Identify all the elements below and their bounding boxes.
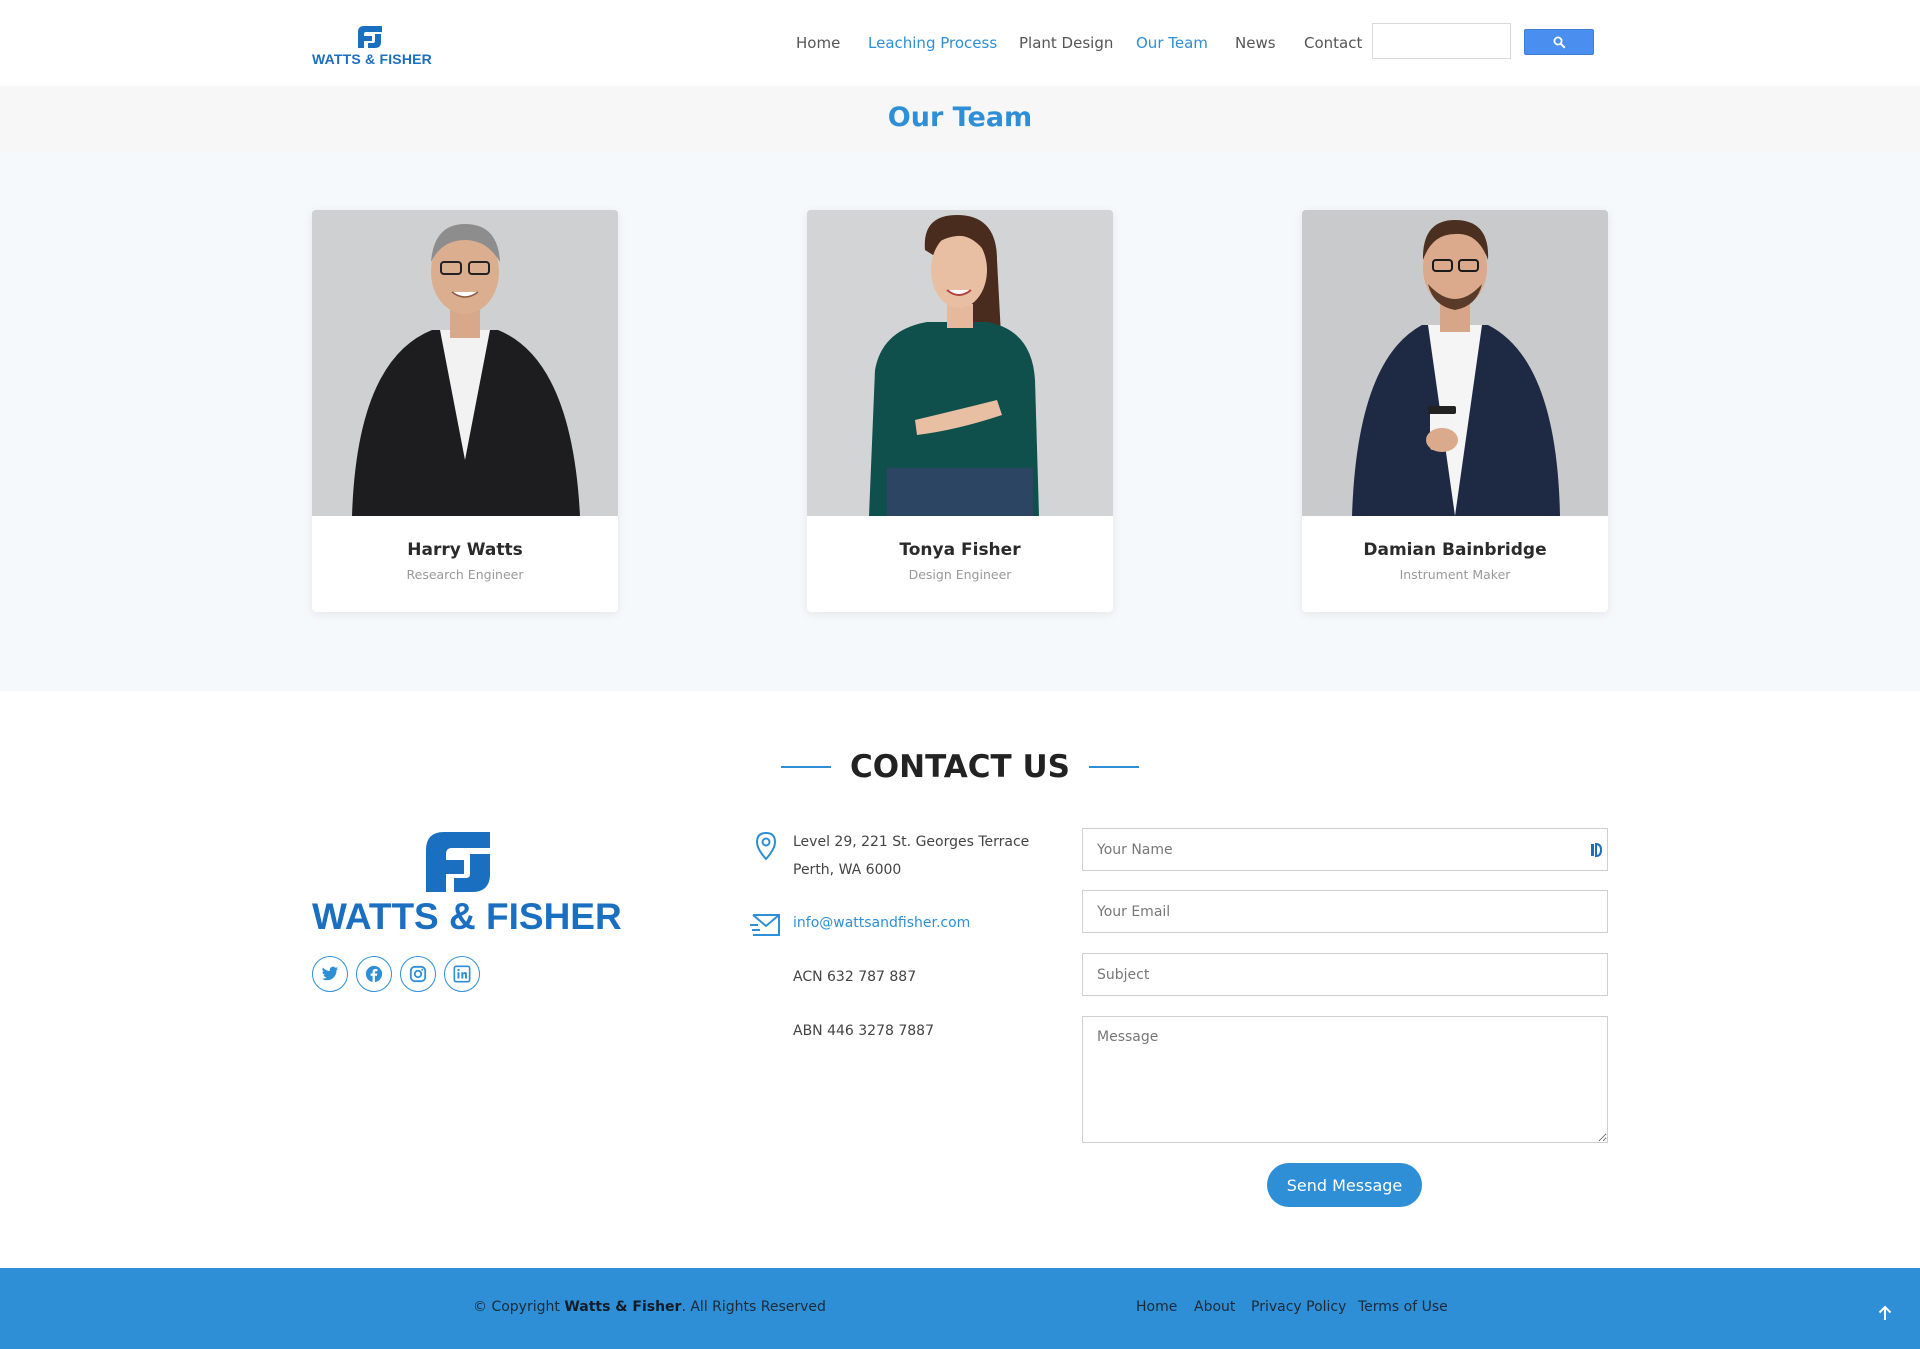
arrow-up-icon xyxy=(1878,1305,1892,1320)
heading-divider xyxy=(780,766,831,768)
facebook-icon xyxy=(365,965,383,983)
page-title: Our Team xyxy=(887,102,1033,133)
subject-field[interactable] xyxy=(1082,953,1608,996)
footer-link-privacy-policy[interactable]: Privacy Policy xyxy=(1251,1299,1346,1315)
copyright-prefix: © Copyright xyxy=(473,1299,565,1315)
contact-title: CONTACT US xyxy=(850,749,1070,785)
member-role: Research Engineer xyxy=(406,567,524,582)
twitter-icon xyxy=(321,966,339,981)
abn-number: ABN 446 3278 7887 xyxy=(793,1023,934,1039)
linkedin-icon xyxy=(453,965,471,983)
address-line-1: Level 29, 221 St. Georges Terrace xyxy=(793,834,1030,850)
member-role: Design Engineer xyxy=(908,567,1012,582)
copyright-brand: Watts & Fisher xyxy=(564,1299,682,1315)
team-section: Harry Watts Research Engineer Tonya Fish… xyxy=(0,152,1920,691)
facebook-link[interactable] xyxy=(356,956,392,992)
search-button[interactable] xyxy=(1524,29,1594,55)
footer-link-terms-of-use[interactable]: Terms of Use xyxy=(1358,1299,1448,1315)
logo-mark-icon xyxy=(426,832,490,892)
name-field[interactable] xyxy=(1082,828,1608,871)
email-field[interactable] xyxy=(1082,890,1608,933)
footer-link-home[interactable]: Home xyxy=(1136,1299,1177,1315)
copyright-suffix: . All Rights Reserved xyxy=(681,1299,826,1315)
team-card: Harry Watts Research Engineer xyxy=(312,210,618,612)
site-header: WATTS & FISHER Home Leaching Process Pla… xyxy=(0,0,1920,86)
copyright-text: © Copyright Watts & Fisher. All Rights R… xyxy=(473,1299,826,1315)
nav-contact[interactable]: Contact xyxy=(1304,34,1362,52)
member-name: Damian Bainbridge xyxy=(1363,540,1547,560)
team-photo-harry-watts xyxy=(312,210,618,516)
twitter-link[interactable] xyxy=(312,956,348,992)
member-name: Tonya Fisher xyxy=(899,540,1021,560)
nav-news[interactable]: News xyxy=(1235,34,1276,52)
member-role: Instrument Maker xyxy=(1399,567,1511,582)
search-input[interactable] xyxy=(1372,23,1511,59)
footer-link-about[interactable]: About xyxy=(1194,1299,1235,1315)
mail-icon xyxy=(750,914,780,936)
send-message-button[interactable]: Send Message xyxy=(1267,1163,1422,1207)
instagram-link[interactable] xyxy=(400,956,436,992)
logo-text: WATTS & FISHER xyxy=(312,51,432,67)
contact-heading: CONTACT US xyxy=(0,749,1920,785)
email-link[interactable]: info@wattsandfisher.com xyxy=(793,909,970,937)
back-to-top-button[interactable] xyxy=(1874,1302,1896,1324)
nav-our-team[interactable]: Our Team xyxy=(1136,34,1208,52)
nav-plant-design[interactable]: Plant Design xyxy=(1019,34,1113,52)
member-name: Harry Watts xyxy=(407,540,523,560)
contact-logo-text: WATTS & FISHER xyxy=(312,896,622,937)
password-manager-icon[interactable] xyxy=(1590,842,1602,858)
location-pin-icon xyxy=(755,831,777,861)
search-icon xyxy=(1553,36,1566,49)
team-card: Tonya Fisher Design Engineer xyxy=(807,210,1113,612)
page-title-bar: Our Team xyxy=(0,86,1920,152)
logo-mark-icon xyxy=(358,26,382,48)
message-field[interactable] xyxy=(1082,1016,1608,1143)
site-footer: © Copyright Watts & Fisher. All Rights R… xyxy=(0,1268,1920,1349)
nav-leaching-process[interactable]: Leaching Process xyxy=(868,34,997,52)
linkedin-link[interactable] xyxy=(444,956,480,992)
team-photo-damian-bainbridge xyxy=(1302,210,1608,516)
address-line-2: Perth, WA 6000 xyxy=(793,862,902,878)
nav-home[interactable]: Home xyxy=(796,34,840,52)
instagram-icon xyxy=(409,965,427,983)
team-card: Damian Bainbridge Instrument Maker xyxy=(1302,210,1608,612)
heading-divider xyxy=(1089,766,1140,768)
site-logo[interactable]: WATTS & FISHER xyxy=(312,24,432,67)
contact-logo: WATTS & FISHER xyxy=(312,828,622,938)
team-photo-tonya-fisher xyxy=(807,210,1113,516)
acn-number: ACN 632 787 887 xyxy=(793,969,917,985)
